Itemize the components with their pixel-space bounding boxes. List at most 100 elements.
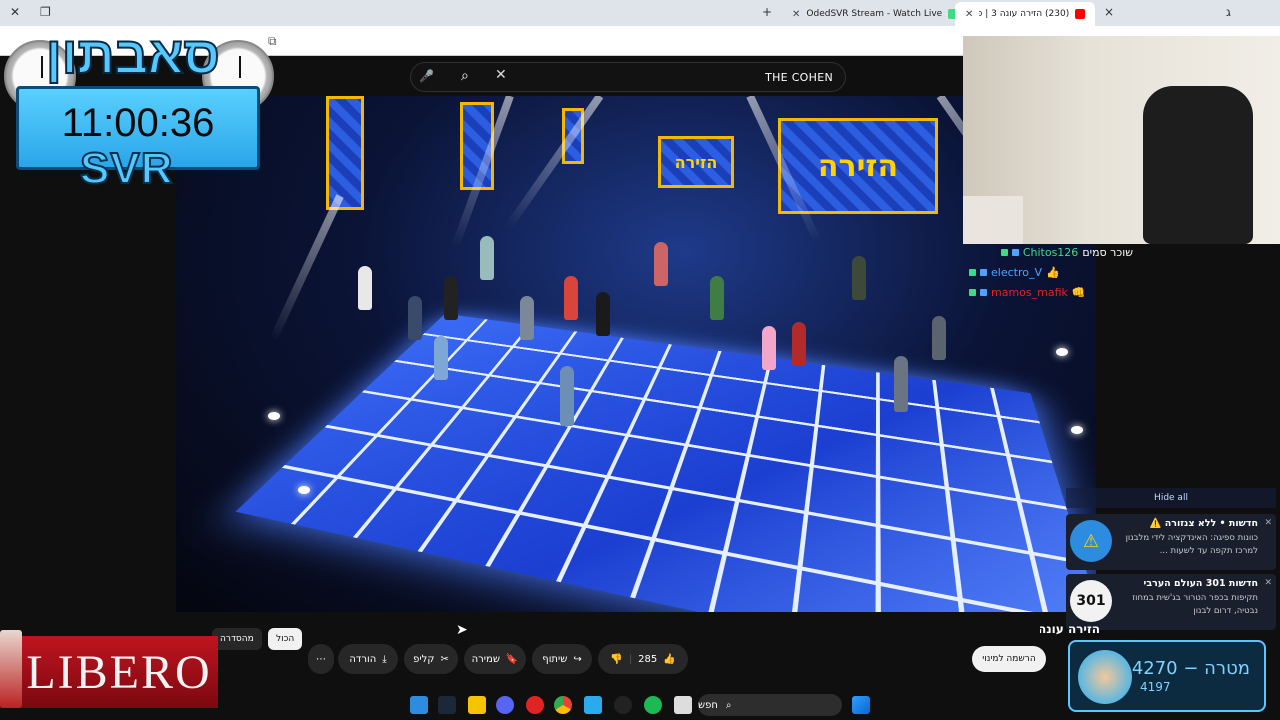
stage-spotlight — [298, 486, 310, 494]
bed — [963, 196, 1023, 244]
contestant — [520, 296, 534, 340]
warning-icon: ⚠ — [1070, 520, 1112, 562]
badge-icon — [1000, 249, 1008, 256]
notification-card[interactable]: ⚠ חדשות • ללא צנזורה ⚠️ כוונות ספיגה: הא… — [1066, 514, 1276, 570]
video-player[interactable]: הזירה הזירה — [176, 96, 1096, 612]
chat-message: mamos_mafik 👊 — [969, 286, 1086, 299]
contestant — [932, 316, 946, 360]
contestant — [358, 266, 372, 310]
mouse-cursor-icon: ➤ — [456, 622, 468, 638]
hide-all-button[interactable]: Hide all — [1066, 488, 1276, 508]
like-dislike-group: 👍 285 | 👎 — [598, 644, 688, 674]
download-icon: ⤓ — [382, 653, 387, 665]
telegram-icon[interactable] — [584, 696, 602, 714]
chrome-icon[interactable] — [554, 696, 572, 714]
clip-label: קליפ — [413, 653, 435, 665]
ad-brand: LIBERO — [26, 645, 212, 699]
youtube-favicon-icon — [1075, 9, 1085, 19]
clear-search-icon[interactable]: ✕ — [495, 67, 507, 83]
close-icon[interactable]: ✕ — [1264, 518, 1272, 528]
close-icon[interactable]: ✕ — [1264, 578, 1272, 588]
libero-ad-banner: LIBERO — [0, 636, 218, 708]
goal-avatar — [1078, 650, 1132, 704]
browser-tab-bar: ✕ ❐ + ✕ OdedSVR Stream - Watch Live ✕ (2… — [0, 0, 1280, 26]
new-tab-button[interactable]: + — [762, 5, 772, 19]
tab-close-icon[interactable]: ✕ — [965, 9, 973, 20]
share-button[interactable]: ↪ שיתוף — [532, 644, 592, 674]
save-button[interactable]: 🔖 שמירה — [464, 644, 526, 674]
goal-widget: מטרה − 4270 4197 — [1068, 640, 1266, 712]
chat-username[interactable]: electro_V — [991, 266, 1042, 279]
video-title: הזירה עונה 3 | פרק 3 - 59 מתמודדים — [1040, 622, 1100, 636]
chat-text: 👊 — [1071, 286, 1086, 299]
restore-window-icon[interactable]: ❐ — [40, 5, 51, 19]
chip-series[interactable]: מהסדרה — [212, 628, 262, 650]
notification-body: כוונות ספיגה: האינדקציה לידי מלבנון למרכ… — [1125, 533, 1258, 556]
badge-icon — [980, 289, 987, 296]
tab-close-icon[interactable]: ✕ — [792, 9, 800, 20]
microphone-icon[interactable]: 🎤 — [419, 69, 434, 83]
chat-username[interactable]: mamos_mafik — [991, 286, 1068, 299]
stage-pillar-left — [326, 96, 364, 210]
youtube-search-bar[interactable]: 🎤 ⌕ ✕ THE COHEN — [410, 62, 846, 92]
brand-logo: SVR — [79, 143, 174, 194]
goal-label: מטרה − 4270 — [1131, 658, 1250, 679]
contestant — [434, 336, 448, 380]
webcam-feed — [963, 36, 1280, 244]
goal-current: 4197 — [1140, 680, 1171, 694]
notification-body: תקיפות בכפר הטרור בג'שית במחוז נבטיה, דר… — [1132, 593, 1258, 616]
like-icon[interactable]: 👍 — [663, 654, 675, 665]
stage-spotlight — [268, 412, 280, 420]
download-button[interactable]: ⤓ הורדה — [338, 644, 398, 674]
close-window-icon[interactable]: ✕ — [10, 5, 20, 19]
folder-icon[interactable] — [468, 696, 486, 714]
scissors-icon: ✂ — [440, 653, 449, 665]
download-label: הורדה — [349, 653, 377, 665]
chat-message: electro_V 👍 — [969, 266, 1060, 279]
subscribe-button[interactable]: הרשמה למינוי — [972, 646, 1046, 672]
chip-all[interactable]: הכול — [268, 628, 303, 650]
tab-label: OdedSVR Stream - Watch Live — [806, 9, 943, 19]
contestant — [480, 236, 494, 280]
notification-panel: Hide all ⚠ חדשות • ללא צנזורה ⚠️ כוונות … — [1066, 488, 1276, 644]
chat-message: Chitos126 שוכר סמים — [1000, 246, 1133, 259]
taskbar-search[interactable]: ⌕ חפש — [698, 694, 842, 716]
app-icon[interactable] — [410, 696, 428, 714]
contestant — [792, 322, 806, 366]
far-right-tab[interactable]: ג — [1226, 5, 1231, 19]
app-icon[interactable] — [526, 696, 544, 714]
share-icon: ↪ — [573, 653, 582, 665]
search-icon[interactable]: ⌕ — [461, 68, 469, 84]
gaming-chair — [1143, 86, 1253, 244]
obs-icon[interactable] — [614, 696, 632, 714]
tab-odedsvr-stream[interactable]: ✕ OdedSVR Stream - Watch Live — [782, 2, 968, 26]
contestant — [852, 256, 866, 300]
notification-title: חדשות 301 העולם הערבי — [1143, 578, 1258, 589]
chat-text: 👍 — [1046, 266, 1060, 279]
channel-301-icon: 301 — [1070, 580, 1112, 622]
windows-start-icon[interactable] — [852, 696, 870, 714]
contestant — [894, 356, 908, 412]
more-actions-button[interactable]: ⋯ — [308, 644, 334, 674]
contestant — [408, 296, 422, 340]
badge-icon — [969, 289, 976, 296]
contestant — [564, 276, 578, 320]
like-count[interactable]: 285 — [638, 654, 657, 665]
app-icon[interactable] — [674, 696, 692, 714]
steam-icon[interactable] — [438, 696, 456, 714]
tab-youtube-video[interactable]: ✕ (230) הזירה עונה 3 | פרק 3 — [955, 2, 1095, 26]
discord-icon[interactable] — [496, 696, 514, 714]
light-beam — [504, 96, 604, 230]
badge-icon — [1011, 249, 1019, 256]
close-all-button[interactable]: × — [1104, 5, 1114, 19]
cast-icon[interactable]: ⧉ — [268, 34, 277, 49]
clip-button[interactable]: ✂ קליפ — [404, 644, 458, 674]
search-icon: ⌕ — [725, 699, 732, 711]
search-input[interactable]: THE COHEN — [765, 71, 833, 84]
stream-chat: Chitos126 שוכר סמים electro_V 👍 mamos_ma… — [963, 244, 1143, 314]
spotify-icon[interactable] — [644, 696, 662, 714]
chat-username[interactable]: Chitos126 — [1023, 246, 1078, 259]
dislike-icon[interactable]: 👎 — [610, 654, 622, 665]
chat-text: שוכר סמים — [1082, 246, 1133, 259]
channel-logo: סאבתון — [45, 26, 221, 86]
